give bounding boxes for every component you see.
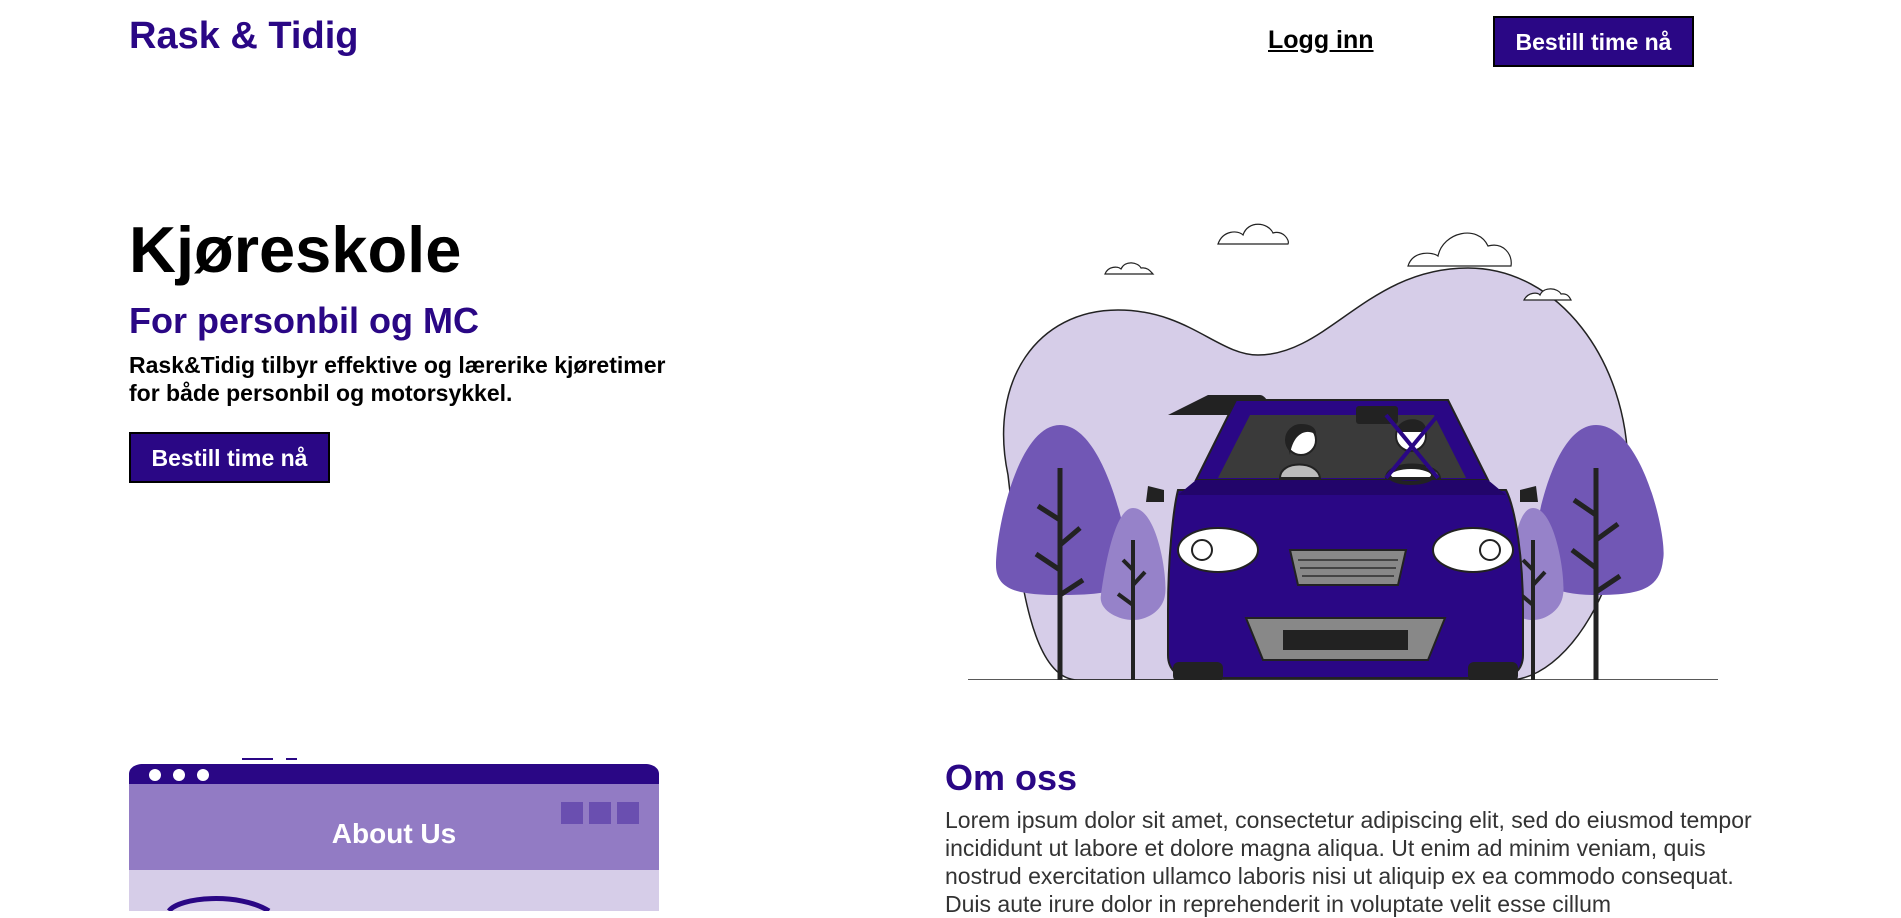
hero-title: Kjøreskole xyxy=(129,213,462,286)
hero-subtitle: For personbil og MC xyxy=(129,300,479,341)
brand-logo[interactable]: Rask & Tidig xyxy=(129,15,358,58)
window-dot-icon xyxy=(197,769,209,781)
window-dot-icon xyxy=(149,769,161,781)
about-text: Lorem ipsum dolor sit amet, consectetur … xyxy=(945,807,1752,917)
about-title: Om oss xyxy=(945,757,1078,798)
square-icon xyxy=(561,802,583,824)
square-icon xyxy=(617,802,639,824)
window-dot-icon xyxy=(173,769,185,781)
login-link[interactable]: Logg inn xyxy=(1268,26,1374,55)
about-us-illustration-text: About Us xyxy=(332,818,456,849)
square-icon xyxy=(589,802,611,824)
book-lesson-button-hero[interactable]: Bestill time nå xyxy=(129,432,330,483)
about-us-illustration: About Us xyxy=(129,758,659,911)
hero-description: Rask&Tidig tilbyr effektive og lærerike … xyxy=(129,352,666,406)
book-lesson-button-nav[interactable]: Bestill time nå xyxy=(1493,16,1694,67)
window-body xyxy=(129,870,659,911)
car-driving-illustration xyxy=(968,223,1718,680)
